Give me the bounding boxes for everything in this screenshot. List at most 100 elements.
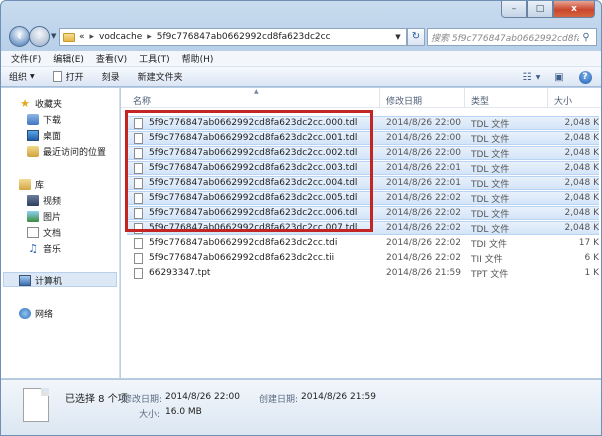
file-modified-date: 2014/8/26 22:02 (386, 253, 461, 263)
view-chevron-icon[interactable]: ▼ (535, 70, 541, 84)
file-row[interactable]: 5f9c776847ab0662992cd8fa623dc2cc.005.tdl… (127, 191, 599, 205)
library-icon (19, 178, 31, 190)
file-icon (134, 237, 143, 249)
breadcrumb-separator[interactable]: ▸ (147, 32, 152, 42)
column-size[interactable]: 大小 (554, 94, 572, 107)
breadcrumb-vodcache[interactable]: vodcache (99, 32, 142, 42)
nav-item-pictures[interactable]: 图片 (27, 209, 61, 223)
file-type: TDL 文件 (471, 209, 510, 220)
search-icon[interactable]: ⚲ (579, 32, 593, 43)
menu-view[interactable]: 查看(V) (96, 52, 127, 65)
file-name: 5f9c776847ab0662992cd8fa623dc2cc.006.tdl (149, 208, 358, 218)
sort-arrow-icon: ▲ (254, 88, 259, 95)
recent-pages-dropdown[interactable]: ▼ (51, 32, 56, 40)
new-folder-button[interactable]: 新建文件夹 (138, 70, 183, 83)
file-row[interactable]: 5f9c776847ab0662992cd8fa623dc2cc.007.tdl… (127, 221, 599, 235)
file-modified-date: 2014/8/26 22:02 (386, 238, 461, 248)
file-name: 5f9c776847ab0662992cd8fa623dc2cc.000.tdl (149, 118, 358, 128)
downloads-icon (27, 113, 39, 125)
forward-button[interactable]: › (29, 26, 50, 47)
breadcrumb-separator[interactable]: ▸ (90, 32, 95, 42)
file-size: 2,048 K (564, 133, 599, 143)
network-icon (19, 307, 31, 319)
menu-help[interactable]: 帮助(H) (182, 52, 214, 65)
nav-item-documents[interactable]: 文档 (27, 225, 61, 239)
nav-item-downloads[interactable]: 下载 (27, 112, 61, 126)
file-size: 2,048 K (564, 148, 599, 158)
nav-item-recent-places[interactable]: 最近访问的位置 (27, 144, 106, 158)
column-date[interactable]: 修改日期 (386, 94, 422, 107)
details-pane: 已选择 8 个项 修改日期: 2014/8/26 22:00 创建日期: 201… (1, 379, 601, 435)
file-icon (134, 117, 143, 129)
file-type: TDI 文件 (471, 239, 507, 250)
chevron-down-icon[interactable]: ▼ (390, 33, 406, 41)
desktop-icon (27, 129, 39, 141)
address-bar[interactable]: « ▸ vodcache ▸ 5f9c776847ab0662992cd8fa6… (59, 28, 407, 46)
minimize-button[interactable]: – (501, 1, 527, 18)
search-input[interactable]: 搜索 5f9c776847ab0662992cd8fa6... ⚲ (427, 28, 597, 46)
nav-favorites[interactable]: ★ 收藏夹 (19, 96, 62, 110)
file-size: 2,048 K (564, 208, 599, 218)
menu-bar: 文件(F) 编辑(E) 查看(V) 工具(T) 帮助(H) (1, 51, 601, 67)
column-divider[interactable] (464, 88, 465, 108)
file-modified-date: 2014/8/26 22:02 (386, 208, 461, 218)
file-row[interactable]: 5f9c776847ab0662992cd8fa623dc2cc.tii 2014… (127, 251, 599, 265)
column-divider[interactable] (379, 88, 380, 108)
file-type: TDL 文件 (471, 149, 510, 160)
file-size: 17 K (578, 238, 599, 248)
file-name: 5f9c776847ab0662992cd8fa623dc2cc.003.tdl (149, 163, 358, 173)
nav-item-label: 下载 (43, 115, 62, 126)
back-button[interactable]: ‹ (9, 26, 30, 47)
open-button[interactable]: 打开 (52, 70, 84, 83)
file-icon (134, 162, 143, 174)
nav-item-desktop[interactable]: 桌面 (27, 128, 61, 142)
file-row[interactable]: 5f9c776847ab0662992cd8fa623dc2cc.001.tdl… (127, 131, 599, 145)
breadcrumb-current-folder[interactable]: 5f9c776847ab0662992cd8fa623dc2cc (157, 32, 331, 42)
view-options-icon[interactable]: ☷ (519, 70, 535, 84)
open-label: 打开 (65, 73, 84, 83)
nav-libraries[interactable]: 库 (19, 177, 44, 191)
modified-date-value: 2014/8/26 22:00 (165, 392, 240, 402)
nav-network[interactable]: 网络 (19, 306, 53, 320)
navigation-pane: ★ 收藏夹 下载 桌面 最近访问的位置 库 视频 图片 文档 ♫ 音乐 计算机 … (1, 88, 120, 378)
file-row[interactable]: 5f9c776847ab0662992cd8fa623dc2cc.002.tdl… (127, 146, 599, 160)
menu-edit[interactable]: 编辑(E) (53, 52, 84, 65)
explorer-window: – □ x ‹ › ▼ « ▸ vodcache ▸ 5f9c776847ab0… (0, 0, 602, 436)
menu-file[interactable]: 文件(F) (11, 52, 41, 65)
file-row[interactable]: 5f9c776847ab0662992cd8fa623dc2cc.006.tdl… (127, 206, 599, 220)
preview-pane-icon[interactable]: ▣ (551, 70, 567, 84)
size-label: 大小: (139, 410, 161, 420)
file-row[interactable]: 66293347.tpt 2014/8/26 21:59 TPT 文件 1 K (127, 266, 599, 280)
file-row[interactable]: 5f9c776847ab0662992cd8fa623dc2cc.003.tdl… (127, 161, 599, 175)
nav-computer[interactable]: 计算机 (19, 273, 62, 287)
refresh-button[interactable]: ↻ (407, 28, 425, 46)
selection-count: 已选择 8 个项 (65, 394, 128, 405)
nav-item-videos[interactable]: 视频 (27, 193, 61, 207)
close-button[interactable]: x (553, 1, 595, 18)
maximize-button[interactable]: □ (527, 1, 553, 18)
breadcrumb-overflow[interactable]: « (79, 32, 85, 42)
help-button[interactable]: ? (577, 70, 593, 84)
file-icon (134, 222, 143, 234)
column-name[interactable]: 名称 (133, 94, 151, 107)
organize-button[interactable]: 组织 ▼ (9, 70, 35, 83)
file-row[interactable]: 5f9c776847ab0662992cd8fa623dc2cc.tdi 2014… (127, 236, 599, 250)
file-row[interactable]: 5f9c776847ab0662992cd8fa623dc2cc.004.tdl… (127, 176, 599, 190)
created-date-label: 创建日期: (259, 395, 299, 405)
column-type[interactable]: 类型 (471, 94, 489, 107)
nav-item-music[interactable]: ♫ 音乐 (27, 241, 61, 255)
file-name: 5f9c776847ab0662992cd8fa623dc2cc.002.tdl (149, 148, 358, 158)
file-type: TDL 文件 (471, 179, 510, 190)
column-divider[interactable] (547, 88, 548, 108)
file-type: TDL 文件 (471, 224, 510, 235)
menu-tools[interactable]: 工具(T) (139, 52, 170, 65)
nav-item-label: 最近访问的位置 (43, 147, 107, 158)
file-modified-date: 2014/8/26 21:59 (386, 268, 461, 278)
file-modified-date: 2014/8/26 22:02 (386, 193, 461, 203)
burn-button[interactable]: 刻录 (102, 70, 120, 83)
file-thumbnail-icon (23, 388, 49, 422)
file-size: 2,048 K (564, 223, 599, 233)
folder-icon (63, 32, 75, 42)
file-row[interactable]: 5f9c776847ab0662992cd8fa623dc2cc.000.tdl… (127, 116, 599, 130)
picture-icon (27, 210, 39, 222)
